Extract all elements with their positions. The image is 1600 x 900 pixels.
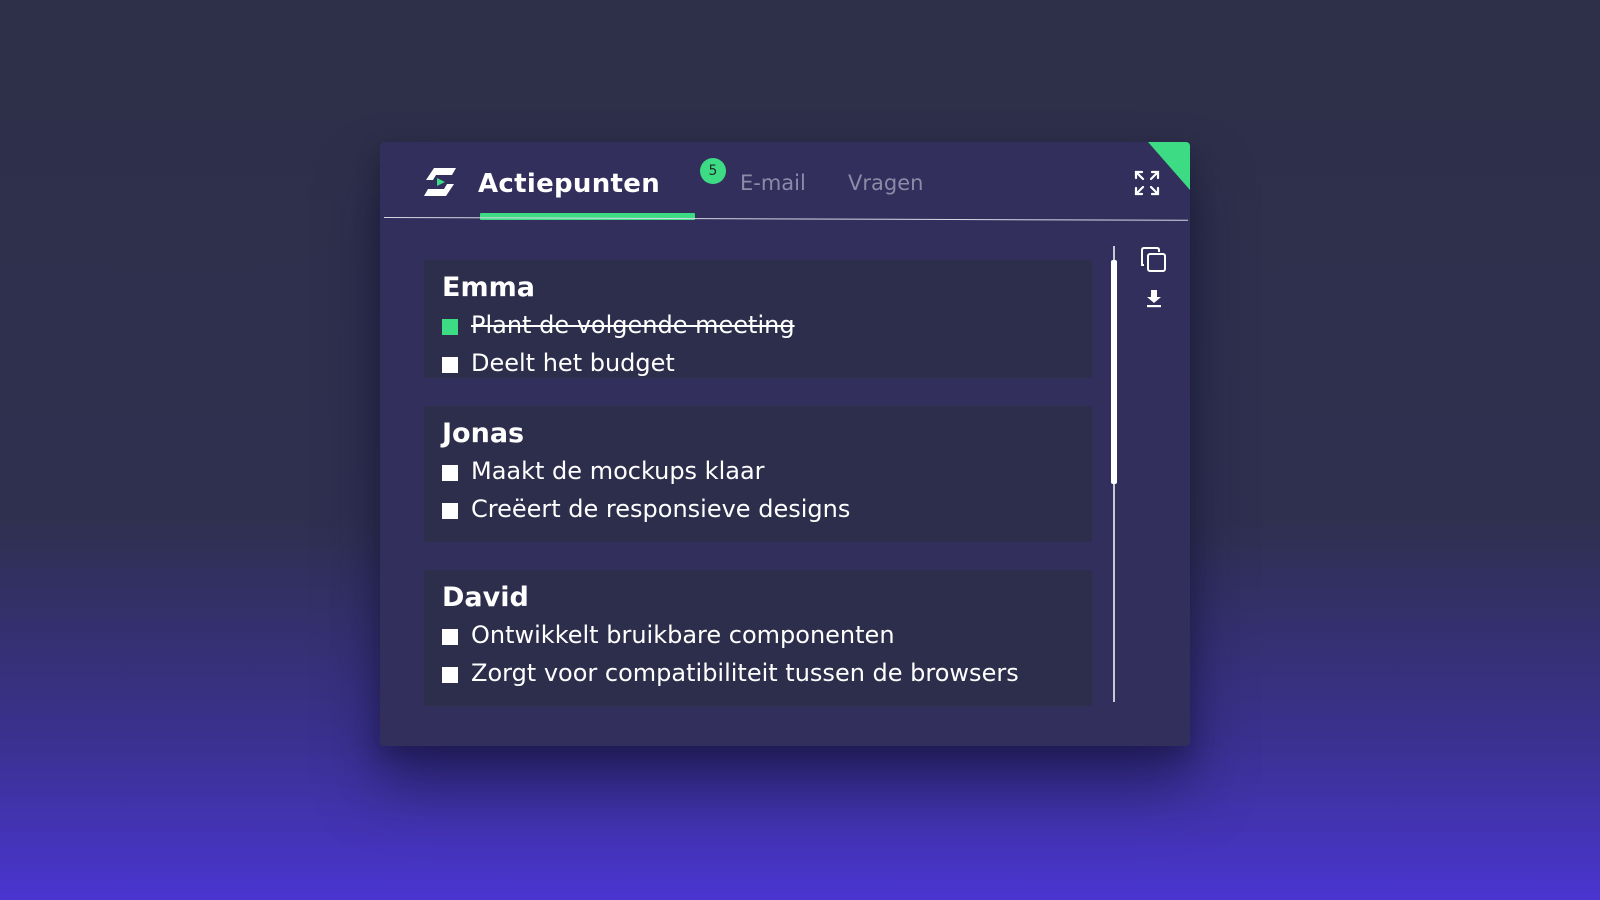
group-card-david: David Ontwikkelt bruikbare componenten Z… xyxy=(424,570,1092,706)
checkbox[interactable] xyxy=(442,357,458,373)
list-item: Maakt de mockups klaar xyxy=(442,452,1074,490)
checkbox[interactable] xyxy=(442,465,458,481)
item-label: Maakt de mockups klaar xyxy=(471,457,765,485)
item-label: Deelt het budget xyxy=(471,349,675,377)
item-label: Plant de volgende meeting xyxy=(471,311,795,339)
list-item: Deelt het budget xyxy=(442,344,1074,382)
group-name: Jonas xyxy=(442,418,525,449)
expand-icon[interactable] xyxy=(1134,170,1160,196)
checkbox[interactable] xyxy=(442,503,458,519)
action-items-panel: Actiepunten 5 E-mail Vragen Emma Plant d… xyxy=(380,142,1190,746)
list-item: Creëert de responsieve designs xyxy=(442,490,1074,528)
list-item: Ontwikkelt bruikbare componenten xyxy=(442,616,1074,654)
download-icon[interactable] xyxy=(1144,288,1164,308)
email-count-badge: 5 xyxy=(700,158,726,184)
list-item: Zorgt voor compatibiliteit tussen de bro… xyxy=(442,654,1074,692)
tab-email[interactable]: E-mail xyxy=(740,166,806,200)
checkbox[interactable] xyxy=(442,667,458,683)
group-card-jonas: Jonas Maakt de mockups klaar Creëert de … xyxy=(424,406,1092,542)
scrollbar-thumb[interactable] xyxy=(1111,260,1117,484)
group-name: Emma xyxy=(442,272,535,303)
panel-header: Actiepunten 5 E-mail Vragen xyxy=(380,142,1190,222)
group-name: David xyxy=(442,582,529,613)
item-label: Ontwikkelt bruikbare componenten xyxy=(471,621,895,649)
tab-actiepunten[interactable]: Actiepunten xyxy=(478,164,660,204)
list-item: Plant de volgende meeting xyxy=(442,306,1074,344)
copy-icon[interactable] xyxy=(1140,246,1168,274)
action-items-list: Emma Plant de volgende meeting Deelt het… xyxy=(424,260,1092,734)
group-card-emma: Emma Plant de volgende meeting Deelt het… xyxy=(424,260,1092,378)
tab-vragen[interactable]: Vragen xyxy=(848,166,923,200)
item-label: Zorgt voor compatibiliteit tussen de bro… xyxy=(471,659,1019,687)
item-label: Creëert de responsieve designs xyxy=(471,495,851,523)
checkbox-checked[interactable] xyxy=(442,319,458,335)
checkbox[interactable] xyxy=(442,629,458,645)
app-logo-icon xyxy=(424,168,456,196)
